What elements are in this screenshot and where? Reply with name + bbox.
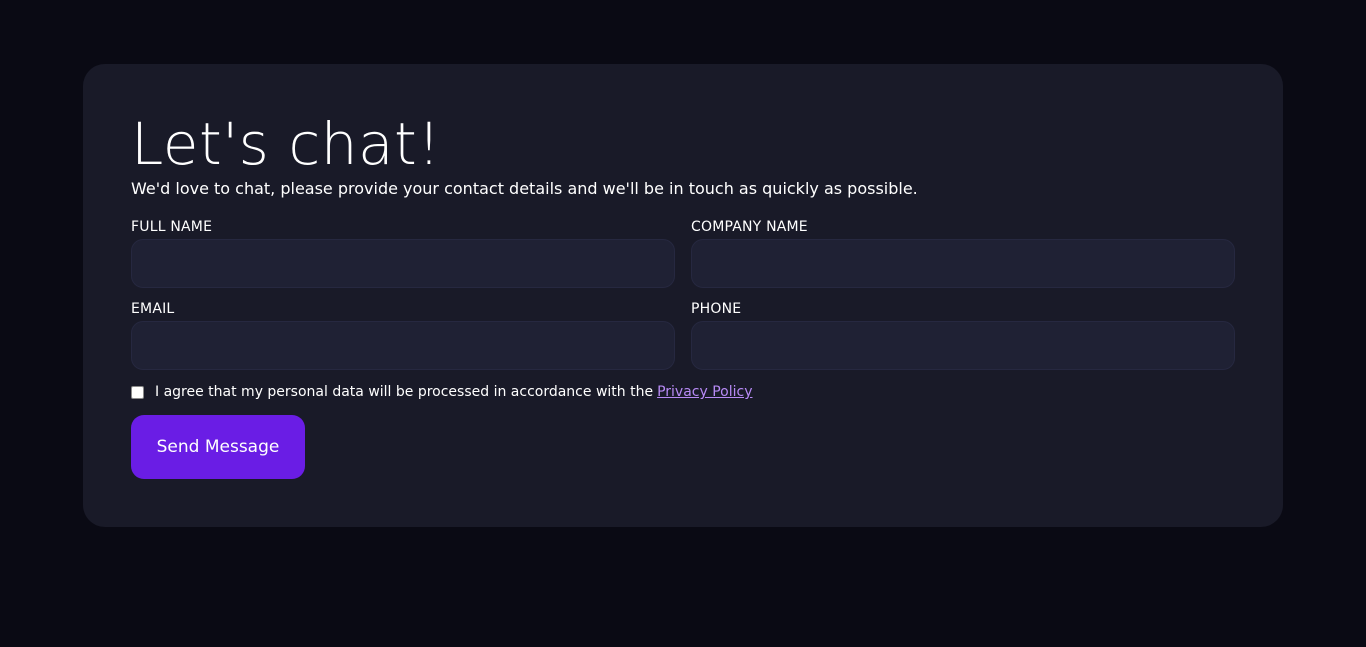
full-name-field-group: FULL NAME [131, 218, 675, 288]
email-input[interactable] [131, 321, 675, 370]
page-title: Let's chat! [131, 110, 441, 178]
full-name-label: FULL NAME [131, 219, 213, 235]
consent-row: I agree that my personal data will be pr… [131, 382, 753, 402]
company-name-field-group: COMPANY NAME [691, 218, 1235, 288]
company-name-input[interactable] [691, 239, 1235, 288]
full-name-input[interactable] [131, 239, 675, 288]
contact-card: Let's chat! We'd love to chat, please pr… [83, 64, 1283, 527]
consent-checkbox[interactable] [131, 385, 144, 399]
consent-text: I agree that my personal data will be pr… [155, 384, 654, 400]
phone-field-group: PHONE [691, 300, 1235, 370]
phone-input[interactable] [691, 321, 1235, 370]
privacy-policy-link[interactable]: Privacy Policy [657, 382, 752, 402]
phone-label: PHONE [691, 301, 742, 317]
company-name-label: COMPANY NAME [691, 219, 808, 235]
page: Let's chat! We'd love to chat, please pr… [0, 0, 1366, 647]
email-field-group: EMAIL [131, 300, 675, 370]
page-subtitle: We'd love to chat, please provide your c… [131, 179, 918, 198]
send-message-button[interactable]: Send Message [131, 415, 305, 479]
email-label: EMAIL [131, 301, 175, 317]
